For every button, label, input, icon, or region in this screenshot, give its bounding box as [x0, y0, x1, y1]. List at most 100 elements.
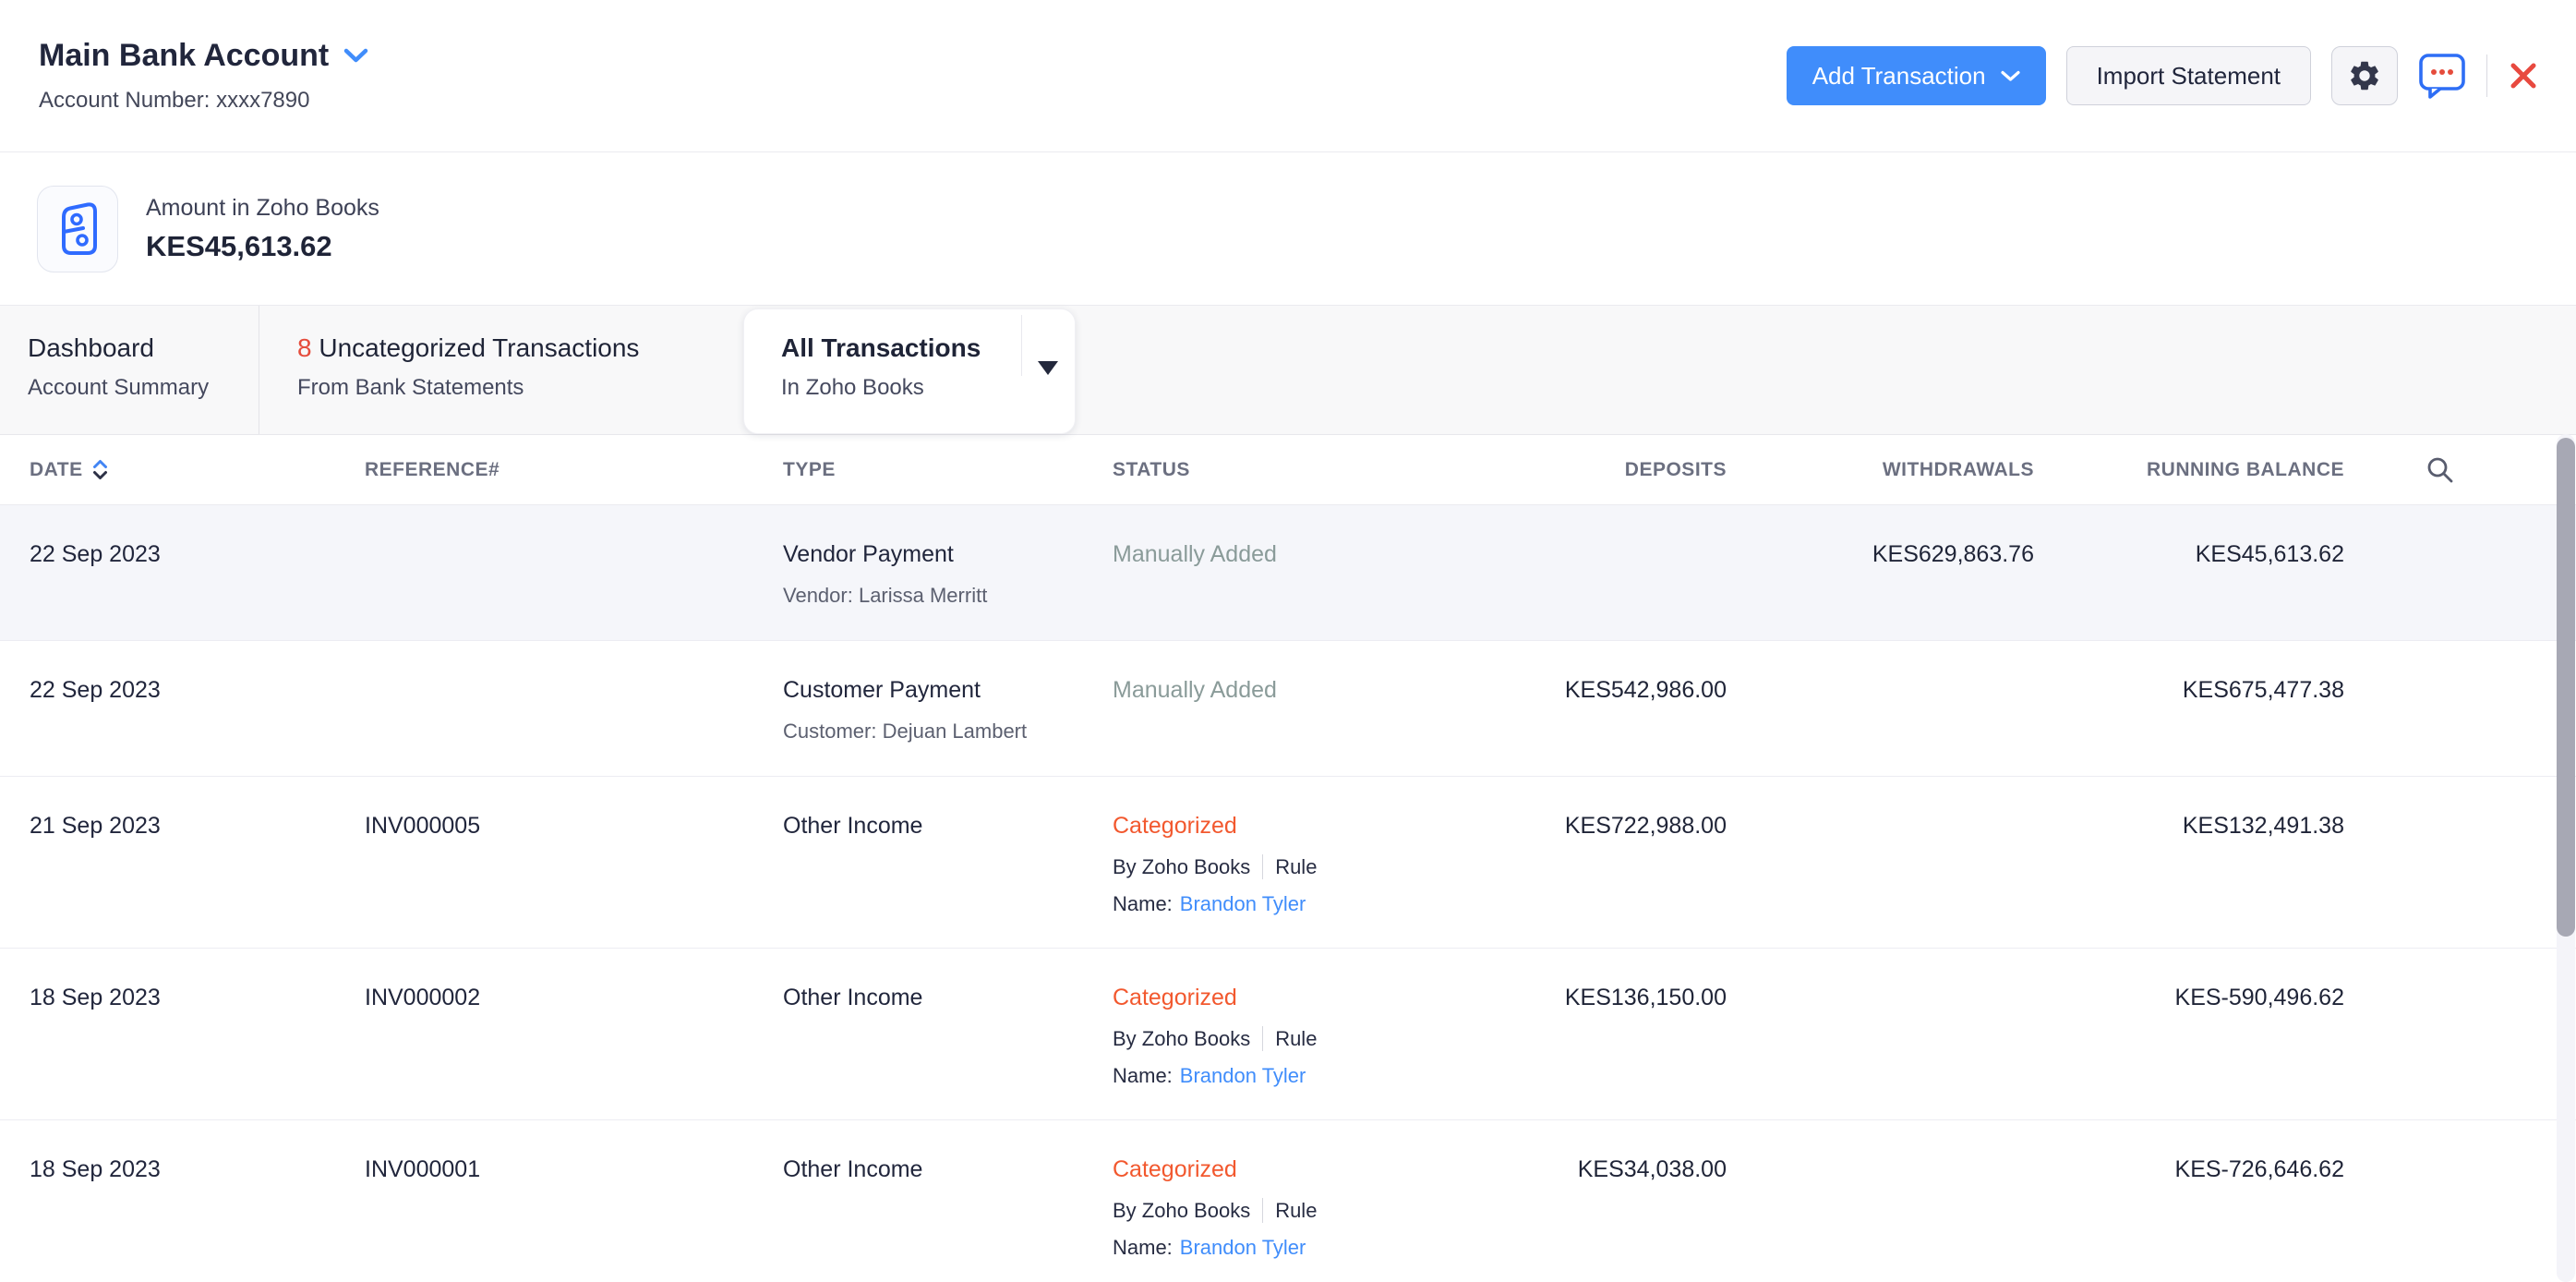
status-by: By Zoho Books: [1113, 1199, 1250, 1223]
column-reference[interactable]: REFERENCE#: [335, 459, 753, 481]
cell-balance: KES132,491.38: [2034, 812, 2344, 948]
add-transaction-label: Add Transaction: [1812, 62, 1986, 91]
table-row[interactable]: 22 Sep 2023 Customer Payment Customer: D…: [0, 641, 2576, 777]
cell-withdrawals: [1727, 984, 2034, 1119]
contact-link[interactable]: Brandon Tyler: [1180, 1236, 1306, 1259]
tab-uncategorized[interactable]: 8 Uncategorized Transactions From Bank S…: [259, 306, 639, 434]
cell-deposits: KES34,038.00: [1448, 1155, 1727, 1282]
cell-spacer: [2344, 984, 2576, 1119]
cell-spacer: [2344, 812, 2576, 948]
name-label: Name:: [1113, 1236, 1173, 1259]
feedback-button[interactable]: [2418, 53, 2466, 99]
cell-status: Categorized By Zoho Books Rule Name: Bran…: [1083, 1155, 1448, 1282]
amount-summary: Amount in Zoho Books KES45,613.62: [0, 152, 2576, 306]
cell-status: Categorized By Zoho Books Rule Name:Bran…: [1083, 984, 1448, 1119]
import-statement-label: Import Statement: [2097, 62, 2281, 91]
status-by-line: By Zoho Books Rule: [1113, 854, 1448, 879]
zoho-books-logo-icon: [37, 186, 118, 272]
close-button[interactable]: [2508, 60, 2539, 91]
status-label: Manually Added: [1113, 676, 1448, 704]
cell-date: 18 Sep 2023: [0, 984, 335, 1119]
cell-balance: KES45,613.62: [2034, 540, 2344, 640]
status-name-line: Name: Brandon Tyler: [1113, 892, 1448, 916]
table-header: DATE REFERENCE# TYPE STATUS DEPOSITS WIT…: [0, 435, 2576, 505]
cell-spacer: [2344, 676, 2576, 776]
type-label: Other Income: [783, 1155, 1083, 1183]
status-label: Manually Added: [1113, 540, 1448, 568]
cell-withdrawals: [1727, 1155, 2034, 1282]
cell-reference: [335, 676, 753, 776]
column-status[interactable]: STATUS: [1083, 459, 1448, 481]
amount-block: Amount in Zoho Books KES45,613.62: [146, 195, 379, 263]
uncategorized-count: 8: [297, 333, 312, 362]
chevron-down-icon: [2001, 70, 2020, 82]
close-icon: [2508, 60, 2539, 91]
name-label: Name:: [1113, 892, 1173, 915]
cell-status: Categorized By Zoho Books Rule Name:Bran…: [1083, 812, 1448, 948]
tab-all-transactions-subtitle: In Zoho Books: [781, 375, 1075, 401]
cell-status: Manually Added: [1083, 676, 1448, 776]
cell-date: 22 Sep 2023: [0, 676, 335, 776]
column-deposits[interactable]: DEPOSITS: [1448, 459, 1727, 481]
status-by-line: By Zoho Books Rule: [1113, 1026, 1448, 1051]
cell-deposits: [1448, 540, 1727, 640]
type-subtext: Vendor: Larissa Merritt: [783, 584, 1083, 608]
status-label: Categorized: [1113, 1155, 1448, 1183]
cell-date: 18 Sep 2023: [0, 1155, 335, 1282]
column-running-balance[interactable]: RUNNING BALANCE: [2034, 459, 2344, 481]
status-separator: [1262, 1198, 1263, 1223]
table-row[interactable]: 21 Sep 2023 INV000005 Other Income Categ…: [0, 777, 2576, 949]
cell-status: Manually Added: [1083, 540, 1448, 640]
column-type[interactable]: TYPE: [753, 459, 1083, 481]
contact-link[interactable]: Brandon Tyler: [1180, 1064, 1306, 1087]
cell-deposits: KES542,986.00: [1448, 676, 1727, 776]
cell-type: Vendor Payment Vendor: Larissa Merritt: [753, 540, 1083, 640]
name-label: Name:: [1113, 1064, 1173, 1087]
transactions-dropdown-caret-icon[interactable]: [1038, 361, 1058, 375]
cell-spacer: [2344, 540, 2576, 640]
gear-icon: [2347, 58, 2382, 93]
tab-dashboard[interactable]: Dashboard Account Summary: [0, 306, 259, 434]
type-label: Vendor Payment: [783, 540, 1083, 568]
tab-dashboard-subtitle: Account Summary: [28, 375, 259, 401]
settings-button[interactable]: [2331, 46, 2398, 105]
table-row[interactable]: 22 Sep 2023 Vendor Payment Vendor: Laris…: [0, 505, 2576, 641]
status-by-line: By Zoho Books Rule: [1113, 1198, 1448, 1223]
cell-balance: KES-590,496.62: [2034, 984, 2344, 1119]
cell-type: Other Income: [753, 984, 1083, 1119]
tab-uncategorized-subtitle: From Bank Statements: [297, 375, 639, 401]
table-search-button[interactable]: [2344, 455, 2576, 485]
status-name-line: Name: Brandon Tyler: [1113, 1064, 1448, 1088]
contact-link[interactable]: Brandon Tyler: [1180, 892, 1306, 915]
column-withdrawals[interactable]: WITHDRAWALS: [1727, 459, 2034, 481]
account-switcher-chevron-icon[interactable]: [343, 48, 368, 64]
status-separator: [1262, 854, 1263, 879]
cell-type: Other Income: [753, 812, 1083, 948]
cell-deposits: KES136,150.00: [1448, 984, 1727, 1119]
cell-reference: INV000005: [335, 812, 753, 948]
scrollbar-thumb[interactable]: [2557, 438, 2575, 937]
type-label: Other Income: [783, 812, 1083, 840]
type-label: Other Income: [783, 984, 1083, 1011]
table-row[interactable]: 18 Sep 2023 INV000001 Other Income Categ…: [0, 1120, 2576, 1282]
sort-icon[interactable]: [92, 459, 108, 480]
table-row[interactable]: 18 Sep 2023 INV000002 Other Income Categ…: [0, 949, 2576, 1120]
status-by: By Zoho Books: [1113, 855, 1250, 879]
table-body: 22 Sep 2023 Vendor Payment Vendor: Laris…: [0, 505, 2576, 1282]
add-transaction-button[interactable]: Add Transaction: [1787, 46, 2046, 105]
amount-value: KES45,613.62: [146, 230, 379, 263]
type-label: Customer Payment: [783, 676, 1083, 704]
type-subtext: Customer: Dejuan Lambert: [783, 720, 1083, 744]
status-rule: Rule: [1275, 1199, 1317, 1223]
cell-balance: KES675,477.38: [2034, 676, 2344, 776]
tab-all-transactions-title: All Transactions: [781, 333, 1075, 363]
cell-deposits: KES722,988.00: [1448, 812, 1727, 948]
cell-withdrawals: KES629,863.76: [1727, 540, 2034, 640]
status-separator: [1262, 1026, 1263, 1051]
tab-all-transactions[interactable]: All Transactions In Zoho Books: [743, 308, 1076, 434]
cell-reference: INV000001: [335, 1155, 753, 1282]
import-statement-button[interactable]: Import Statement: [2066, 46, 2311, 105]
view-tabs: Dashboard Account Summary 8 Uncategorize…: [0, 306, 2576, 435]
search-icon: [2426, 455, 2455, 485]
column-date[interactable]: DATE: [0, 459, 335, 481]
